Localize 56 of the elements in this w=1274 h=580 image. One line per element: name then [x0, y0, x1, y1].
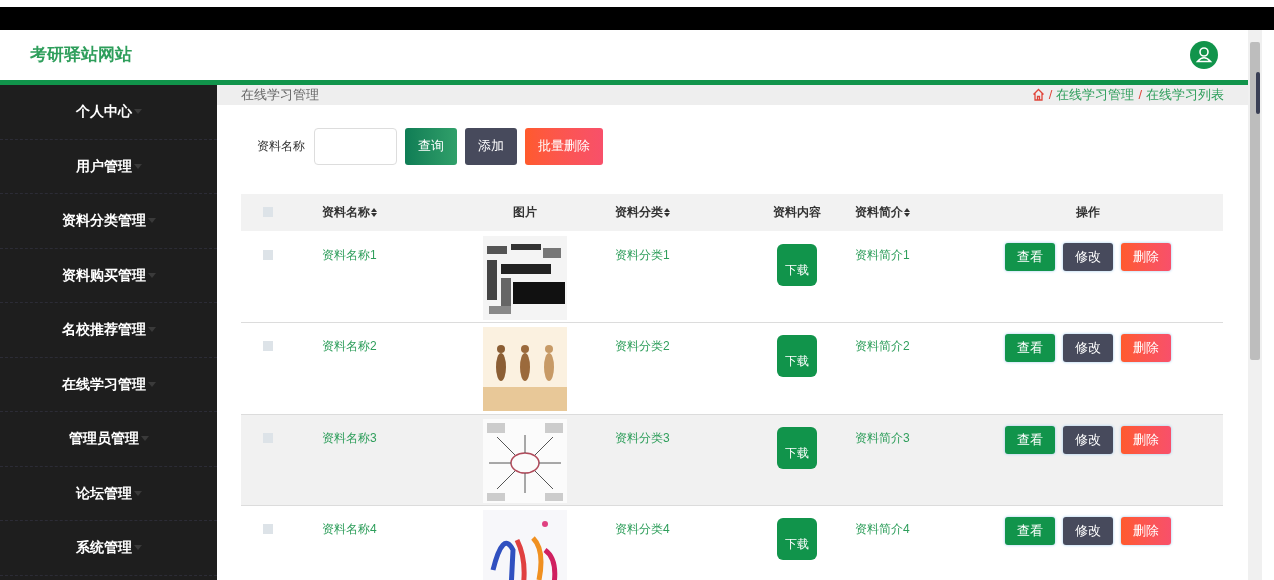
edit-button[interactable]: 修改	[1063, 425, 1113, 454]
site-title: 考研驿站网站	[30, 44, 132, 67]
column-header: 操作	[1076, 204, 1100, 221]
user-avatar-icon[interactable]	[1190, 41, 1218, 69]
caret-icon	[147, 381, 156, 387]
search-button[interactable]: 查询	[405, 127, 457, 165]
edit-button[interactable]: 修改	[1063, 242, 1113, 271]
intro-cell-text: 资料简介1	[855, 246, 910, 262]
download-button[interactable]: 下载	[777, 426, 817, 469]
scrollbar[interactable]	[1248, 30, 1262, 580]
sort-icon[interactable]	[371, 207, 377, 217]
view-button[interactable]: 查看	[1005, 242, 1055, 271]
row-checkbox[interactable]	[263, 524, 273, 534]
category-cell-text: 资料分类1	[615, 246, 670, 262]
caret-icon	[133, 490, 142, 496]
breadcrumb-separator: /	[1138, 86, 1142, 104]
home-icon[interactable]	[1031, 88, 1045, 102]
breadcrumb-separator: /	[1048, 86, 1053, 104]
caret-icon	[147, 218, 156, 224]
intro-cell-text: 资料简介4	[855, 521, 910, 536]
name-cell-text: 资料名称3	[322, 429, 377, 445]
page-title: 在线学习管理	[241, 86, 319, 104]
column-header: 资料内容	[773, 204, 821, 221]
column-header[interactable]: 资料简介	[855, 203, 910, 221]
search-label: 资料名称	[257, 138, 305, 155]
sort-icon[interactable]	[664, 207, 670, 217]
caret-icon	[140, 436, 149, 442]
view-button[interactable]: 查看	[1005, 517, 1055, 545]
edit-button[interactable]: 修改	[1063, 334, 1113, 362]
search-field[interactable]	[314, 127, 397, 165]
download-button[interactable]: 下载	[777, 335, 817, 377]
name-cell-text: 资料名称2	[322, 338, 377, 353]
category-cell-text: 资料分类2	[615, 338, 670, 353]
download-button[interactable]: 下载	[777, 518, 817, 560]
add-button[interactable]: 添加	[465, 127, 517, 165]
category-cell-text: 资料分类3	[615, 429, 670, 445]
column-header[interactable]: 资料分类	[615, 203, 670, 221]
category-cell-text: 资料分类4	[615, 521, 670, 536]
sort-icon[interactable]	[904, 207, 910, 217]
name-cell-text: 资料名称4	[322, 521, 377, 536]
view-button[interactable]: 查看	[1005, 334, 1055, 362]
caret-icon	[133, 109, 142, 115]
row-checkbox[interactable]	[263, 249, 273, 260]
intro-cell-text: 资料简介2	[855, 338, 910, 353]
caret-icon	[147, 272, 156, 278]
column-header[interactable]: 资料名称	[322, 203, 377, 221]
name-cell-text: 资料名称1	[322, 246, 377, 262]
column-header: 图片	[513, 204, 537, 221]
caret-icon	[133, 163, 142, 169]
download-button[interactable]: 下载	[777, 243, 817, 286]
row-checkbox[interactable]	[263, 341, 273, 351]
caret-icon	[147, 327, 156, 333]
view-button[interactable]: 查看	[1005, 425, 1055, 454]
edit-button[interactable]: 修改	[1063, 517, 1113, 545]
intro-cell-text: 资料简介3	[855, 429, 910, 445]
caret-icon	[133, 545, 142, 551]
